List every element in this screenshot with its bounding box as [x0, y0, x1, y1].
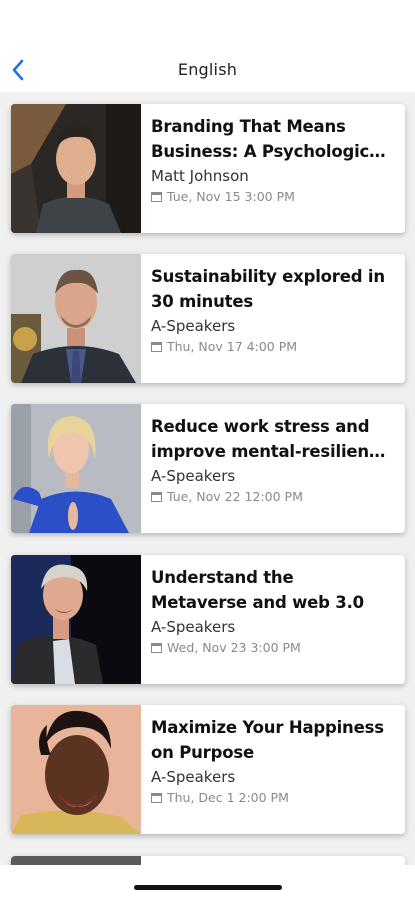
- event-date: Tue, Nov 22 12:00 PM: [167, 489, 303, 504]
- calendar-icon: [151, 793, 162, 803]
- event-speaker: A-Speakers: [151, 467, 236, 485]
- event-list[interactable]: Branding That Means Business: A Psycholo…: [0, 92, 415, 865]
- event-title: Branding That Means Business: A Psycholo…: [151, 117, 386, 161]
- event-thumbnail: [11, 404, 141, 533]
- event-date: Thu, Nov 17 4:00 PM: [167, 339, 298, 354]
- event-date-row: Thu, Dec 1 2:00 PM: [151, 790, 391, 805]
- event-date: Tue, Nov 15 3:00 PM: [167, 189, 295, 204]
- event-speaker: A-Speakers: [151, 618, 236, 636]
- bottom-bar: [0, 865, 415, 900]
- event-date-row: Wed, Nov 23 3:00 PM: [151, 640, 391, 655]
- page-title: English: [177, 60, 238, 79]
- calendar-icon: [151, 492, 162, 502]
- event-date: Thu, Dec 1 2:00 PM: [167, 790, 289, 805]
- event-date-row: Tue, Nov 15 3:00 PM: [151, 189, 391, 204]
- event-date-row: Tue, Nov 22 12:00 PM: [151, 489, 391, 504]
- event-speaker: A-Speakers: [151, 768, 236, 786]
- event-card[interactable]: Maximize Your Happiness on Purpose A-Spe…: [11, 705, 405, 834]
- event-title: Reduce work stress and improve mental-re…: [151, 417, 386, 461]
- event-title: Understand the Metaverse and web 3.0: [151, 568, 364, 612]
- nav-header: English: [0, 0, 415, 92]
- event-card-partial[interactable]: [11, 856, 405, 865]
- event-thumbnail: [11, 254, 141, 383]
- calendar-icon: [151, 342, 162, 352]
- event-thumbnail: [11, 555, 141, 684]
- event-card[interactable]: Branding That Means Business: A Psycholo…: [11, 104, 405, 233]
- event-thumbnail: [11, 705, 141, 834]
- event-title: Sustainability explored in 30 minutes: [151, 267, 385, 311]
- event-card[interactable]: Reduce work stress and improve mental-re…: [11, 404, 405, 533]
- calendar-icon: [151, 192, 162, 202]
- event-date: Wed, Nov 23 3:00 PM: [167, 640, 301, 655]
- event-title: Maximize Your Happiness on Purpose: [151, 718, 384, 762]
- event-speaker: A-Speakers: [151, 317, 236, 335]
- event-card[interactable]: Sustainability explored in 30 minutes A-…: [11, 254, 405, 383]
- event-speaker: Matt Johnson: [151, 167, 249, 185]
- event-thumbnail: [11, 104, 141, 233]
- event-thumbnail: [11, 856, 141, 865]
- event-card[interactable]: Understand the Metaverse and web 3.0 A-S…: [11, 555, 405, 684]
- event-date-row: Thu, Nov 17 4:00 PM: [151, 339, 391, 354]
- home-indicator[interactable]: [134, 885, 282, 890]
- calendar-icon: [151, 643, 162, 653]
